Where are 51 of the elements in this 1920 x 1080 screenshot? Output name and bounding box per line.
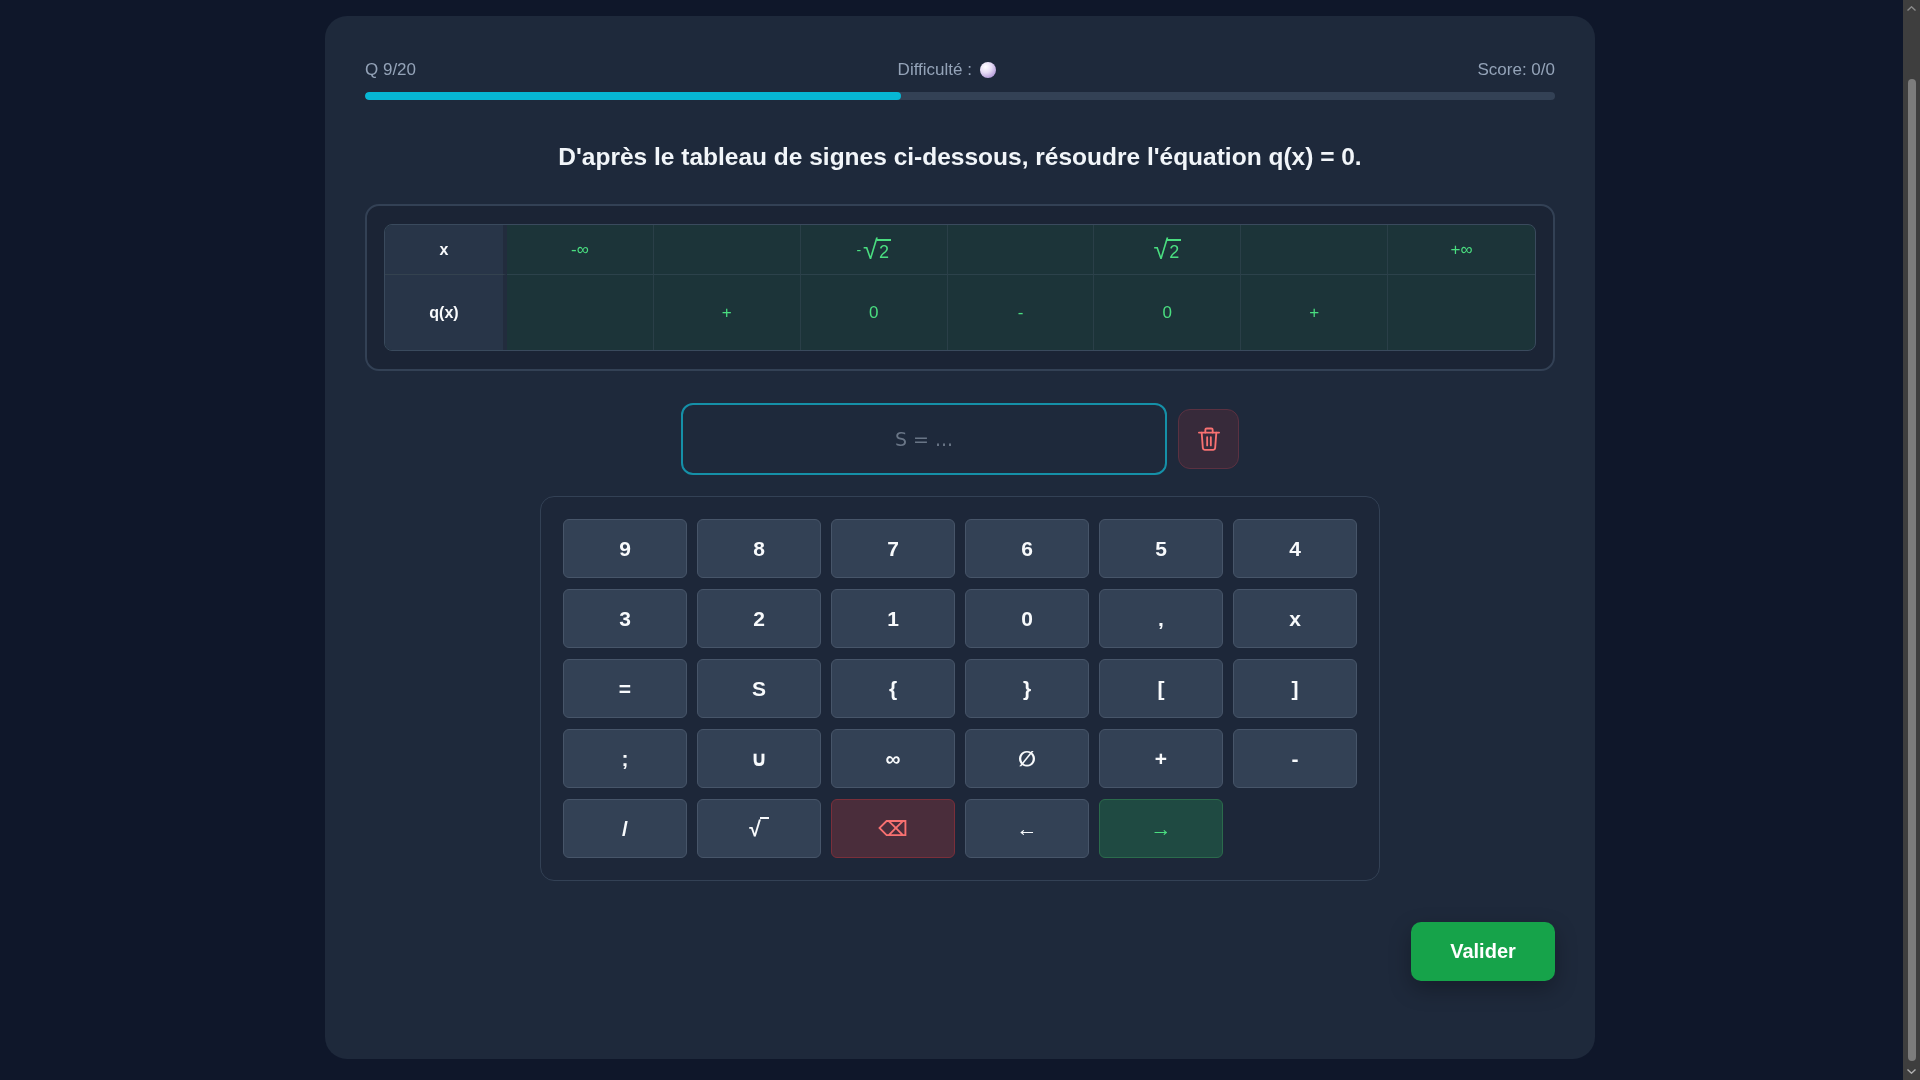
keypad-key[interactable]: 0 [965,589,1089,648]
keypad-key[interactable]: ] [1233,659,1357,718]
keypad-key[interactable]: x [1233,589,1357,648]
table-cell: 0 [800,275,948,350]
difficulty-label: Difficulté : [897,60,972,80]
keypad-key[interactable]: [ [1099,659,1223,718]
keypad-key[interactable]: 5 [1099,519,1223,578]
keypad-key[interactable]: 9 [563,519,687,578]
table-cell: -∞ [507,225,654,275]
scroll-up-icon[interactable] [1907,6,1916,11]
keypad-key[interactable]: 3 [563,589,687,648]
keypad-key[interactable]: S [697,659,821,718]
keypad-key[interactable]: 7 [831,519,955,578]
keypad-key[interactable]: 1 [831,589,955,648]
keypad-key[interactable]: ; [563,729,687,788]
table-cell: + [1241,275,1389,350]
table-cell: + [653,275,801,350]
keypad-key[interactable]: ∪ [697,729,821,788]
backspace-key[interactable]: ⌫ [831,799,955,858]
table-cell: +∞ [1388,225,1535,275]
clear-button[interactable] [1178,409,1239,469]
keypad-key[interactable]: → [1099,799,1223,858]
score-label: Score: 0/0 [1477,60,1555,80]
table-cell: √2 [1094,225,1242,275]
keypad-key[interactable]: , [1099,589,1223,648]
keypad-key[interactable]: 6 [965,519,1089,578]
answer-field[interactable]: S = ... [681,403,1167,475]
scroll-thumb[interactable] [1907,79,1916,1061]
table-cell: - [947,275,1095,350]
keypad-key[interactable]: ∅ [965,729,1089,788]
difficulty-dot-icon [979,62,996,78]
table-cell: -√2 [800,225,948,275]
keypad-key[interactable]: ← [965,799,1089,858]
table-cell: 0 [1094,275,1242,350]
keypad-key[interactable]: √ [697,799,821,858]
keypad-key[interactable]: { [831,659,955,718]
keypad-key[interactable]: 8 [697,519,821,578]
keypad-key[interactable]: - [1233,729,1357,788]
keypad-key[interactable]: 2 [697,589,821,648]
keypad-key[interactable]: 4 [1233,519,1357,578]
keypad-key[interactable]: + [1099,729,1223,788]
question-text: D'après le tableau de signes ci-dessous, résoudre l'équation q(x) = 0. [557,142,1363,172]
keypad-key[interactable]: = [563,659,687,718]
scroll-down-icon[interactable] [1907,1069,1916,1074]
row-header: x [385,225,507,275]
row-header: q(x) [385,275,507,350]
keypad-key[interactable]: / [563,799,687,858]
keypad-key[interactable]: } [965,659,1089,718]
trash-icon [1197,427,1220,451]
question-counter: Q 9/20 [365,60,417,80]
keypad-key[interactable]: ∞ [831,729,955,788]
